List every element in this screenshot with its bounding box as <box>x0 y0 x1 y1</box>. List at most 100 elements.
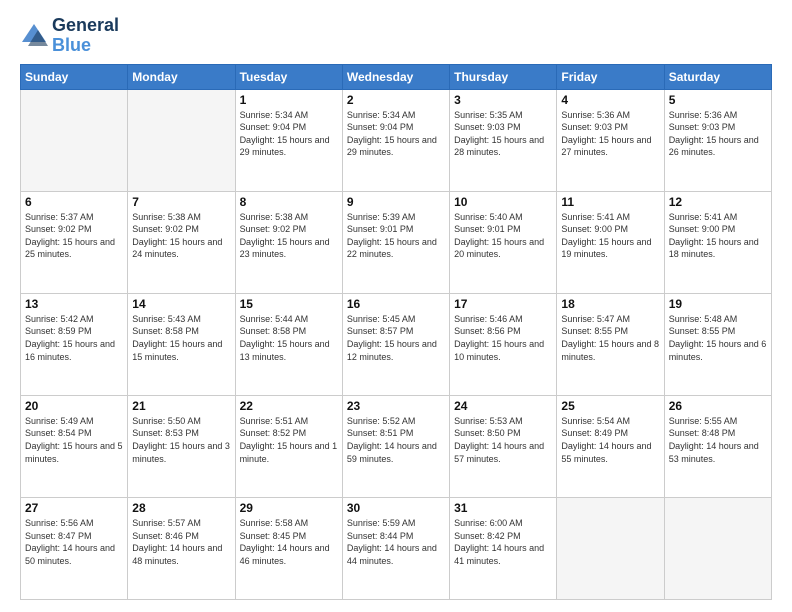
day-number: 3 <box>454 93 552 107</box>
day-number: 18 <box>561 297 659 311</box>
cell-info: Sunrise: 5:40 AMSunset: 9:01 PMDaylight:… <box>454 211 552 261</box>
calendar-cell: 29 Sunrise: 5:58 AMSunset: 8:45 PMDayligh… <box>235 497 342 599</box>
day-number: 30 <box>347 501 445 515</box>
cell-info: Sunrise: 5:52 AMSunset: 8:51 PMDaylight:… <box>347 415 445 465</box>
calendar-cell: 27Sunrise: 5:56 AMSunset: 8:47 PMDayligh… <box>21 497 128 599</box>
day-number: 6 <box>25 195 123 209</box>
calendar-cell: 10 Sunrise: 5:40 AMSunset: 9:01 PMDayligh… <box>450 191 557 293</box>
calendar-cell: 4 Sunrise: 5:36 AMSunset: 9:03 PMDaylight… <box>557 89 664 191</box>
day-number: 25 <box>561 399 659 413</box>
day-number: 24 <box>454 399 552 413</box>
day-number: 20 <box>25 399 123 413</box>
day-number: 15 <box>240 297 338 311</box>
day-number: 29 <box>240 501 338 515</box>
weekday-header: Saturday <box>664 64 771 89</box>
day-number: 13 <box>25 297 123 311</box>
calendar-cell: 11 Sunrise: 5:41 AMSunset: 9:00 PMDayligh… <box>557 191 664 293</box>
day-number: 4 <box>561 93 659 107</box>
calendar-cell: 21 Sunrise: 5:50 AMSunset: 8:53 PMDayligh… <box>128 395 235 497</box>
weekday-header: Sunday <box>21 64 128 89</box>
cell-info: Sunrise: 5:57 AMSunset: 8:46 PMDaylight:… <box>132 517 230 567</box>
calendar-cell: 23 Sunrise: 5:52 AMSunset: 8:51 PMDayligh… <box>342 395 449 497</box>
page: General Blue SundayMondayTuesdayWednesda… <box>0 0 792 612</box>
logo: General Blue <box>20 16 119 56</box>
day-number: 27 <box>25 501 123 515</box>
calendar-cell: 19Sunrise: 5:48 AMSunset: 8:55 PMDayligh… <box>664 293 771 395</box>
cell-info: Sunrise: 5:54 AMSunset: 8:49 PMDaylight:… <box>561 415 659 465</box>
day-number: 26 <box>669 399 767 413</box>
day-number: 7 <box>132 195 230 209</box>
cell-info: Sunrise: 5:55 AMSunset: 8:48 PMDaylight:… <box>669 415 767 465</box>
weekday-header: Friday <box>557 64 664 89</box>
weekday-header: Tuesday <box>235 64 342 89</box>
cell-info: Sunrise: 5:36 AMSunset: 9:03 PMDaylight:… <box>669 109 767 159</box>
cell-info: Sunrise: 5:39 AMSunset: 9:01 PMDaylight:… <box>347 211 445 261</box>
cell-info: Sunrise: 5:45 AMSunset: 8:57 PMDaylight:… <box>347 313 445 363</box>
calendar-week-row: 27Sunrise: 5:56 AMSunset: 8:47 PMDayligh… <box>21 497 772 599</box>
cell-info: Sunrise: 5:44 AMSunset: 8:58 PMDaylight:… <box>240 313 338 363</box>
calendar-cell: 3 Sunrise: 5:35 AMSunset: 9:03 PMDaylight… <box>450 89 557 191</box>
cell-info: Sunrise: 5:42 AMSunset: 8:59 PMDaylight:… <box>25 313 123 363</box>
calendar-cell: 17 Sunrise: 5:46 AMSunset: 8:56 PMDayligh… <box>450 293 557 395</box>
calendar-week-row: 20 Sunrise: 5:49 AMSunset: 8:54 PMDayligh… <box>21 395 772 497</box>
cell-info: Sunrise: 5:58 AMSunset: 8:45 PMDaylight:… <box>240 517 338 567</box>
logo-icon <box>20 22 48 50</box>
cell-info: Sunrise: 5:38 AMSunset: 9:02 PMDaylight:… <box>240 211 338 261</box>
day-number: 17 <box>454 297 552 311</box>
calendar-cell: 1 Sunrise: 5:34 AMSunset: 9:04 PMDaylight… <box>235 89 342 191</box>
day-number: 8 <box>240 195 338 209</box>
cell-info: Sunrise: 5:50 AMSunset: 8:53 PMDaylight:… <box>132 415 230 465</box>
cell-info: Sunrise: 5:41 AMSunset: 9:00 PMDaylight:… <box>669 211 767 261</box>
header: General Blue <box>20 16 772 56</box>
cell-info: Sunrise: 5:46 AMSunset: 8:56 PMDaylight:… <box>454 313 552 363</box>
day-number: 16 <box>347 297 445 311</box>
day-number: 1 <box>240 93 338 107</box>
cell-info: Sunrise: 5:34 AMSunset: 9:04 PMDaylight:… <box>240 109 338 159</box>
weekday-header: Monday <box>128 64 235 89</box>
cell-info: Sunrise: 5:41 AMSunset: 9:00 PMDaylight:… <box>561 211 659 261</box>
cell-info: Sunrise: 5:43 AMSunset: 8:58 PMDaylight:… <box>132 313 230 363</box>
calendar-table: SundayMondayTuesdayWednesdayThursdayFrid… <box>20 64 772 600</box>
cell-info: Sunrise: 5:37 AMSunset: 9:02 PMDaylight:… <box>25 211 123 261</box>
day-number: 5 <box>669 93 767 107</box>
day-number: 10 <box>454 195 552 209</box>
logo-text: General Blue <box>52 16 119 56</box>
calendar-cell: 2 Sunrise: 5:34 AMSunset: 9:04 PMDaylight… <box>342 89 449 191</box>
cell-info: Sunrise: 6:00 AMSunset: 8:42 PMDaylight:… <box>454 517 552 567</box>
calendar-cell: 22Sunrise: 5:51 AMSunset: 8:52 PMDayligh… <box>235 395 342 497</box>
calendar-cell <box>664 497 771 599</box>
calendar-cell: 14Sunrise: 5:43 AMSunset: 8:58 PMDayligh… <box>128 293 235 395</box>
weekday-header: Wednesday <box>342 64 449 89</box>
day-number: 9 <box>347 195 445 209</box>
day-number: 2 <box>347 93 445 107</box>
calendar-cell <box>557 497 664 599</box>
calendar-cell: 20 Sunrise: 5:49 AMSunset: 8:54 PMDayligh… <box>21 395 128 497</box>
calendar-cell: 12Sunrise: 5:41 AMSunset: 9:00 PMDayligh… <box>664 191 771 293</box>
cell-info: Sunrise: 5:34 AMSunset: 9:04 PMDaylight:… <box>347 109 445 159</box>
calendar-cell <box>128 89 235 191</box>
cell-info: Sunrise: 5:53 AMSunset: 8:50 PMDaylight:… <box>454 415 552 465</box>
calendar-cell: 30 Sunrise: 5:59 AMSunset: 8:44 PMDayligh… <box>342 497 449 599</box>
calendar-week-row: 1 Sunrise: 5:34 AMSunset: 9:04 PMDaylight… <box>21 89 772 191</box>
calendar-cell: 16 Sunrise: 5:45 AMSunset: 8:57 PMDayligh… <box>342 293 449 395</box>
cell-info: Sunrise: 5:38 AMSunset: 9:02 PMDaylight:… <box>132 211 230 261</box>
calendar-cell: 6 Sunrise: 5:37 AMSunset: 9:02 PMDaylight… <box>21 191 128 293</box>
calendar-week-row: 13 Sunrise: 5:42 AMSunset: 8:59 PMDayligh… <box>21 293 772 395</box>
calendar-cell: 24 Sunrise: 5:53 AMSunset: 8:50 PMDayligh… <box>450 395 557 497</box>
day-number: 21 <box>132 399 230 413</box>
day-number: 23 <box>347 399 445 413</box>
calendar-cell: 13 Sunrise: 5:42 AMSunset: 8:59 PMDayligh… <box>21 293 128 395</box>
cell-info: Sunrise: 5:59 AMSunset: 8:44 PMDaylight:… <box>347 517 445 567</box>
cell-info: Sunrise: 5:35 AMSunset: 9:03 PMDaylight:… <box>454 109 552 159</box>
cell-info: Sunrise: 5:49 AMSunset: 8:54 PMDaylight:… <box>25 415 123 465</box>
day-number: 28 <box>132 501 230 515</box>
calendar-cell: 15 Sunrise: 5:44 AMSunset: 8:58 PMDayligh… <box>235 293 342 395</box>
calendar-cell <box>21 89 128 191</box>
calendar-cell: 5 Sunrise: 5:36 AMSunset: 9:03 PMDaylight… <box>664 89 771 191</box>
cell-info: Sunrise: 5:47 AMSunset: 8:55 PMDaylight:… <box>561 313 659 363</box>
calendar-cell: 28 Sunrise: 5:57 AMSunset: 8:46 PMDayligh… <box>128 497 235 599</box>
calendar-cell: 26 Sunrise: 5:55 AMSunset: 8:48 PMDayligh… <box>664 395 771 497</box>
cell-info: Sunrise: 5:36 AMSunset: 9:03 PMDaylight:… <box>561 109 659 159</box>
day-number: 11 <box>561 195 659 209</box>
calendar-cell: 25 Sunrise: 5:54 AMSunset: 8:49 PMDayligh… <box>557 395 664 497</box>
